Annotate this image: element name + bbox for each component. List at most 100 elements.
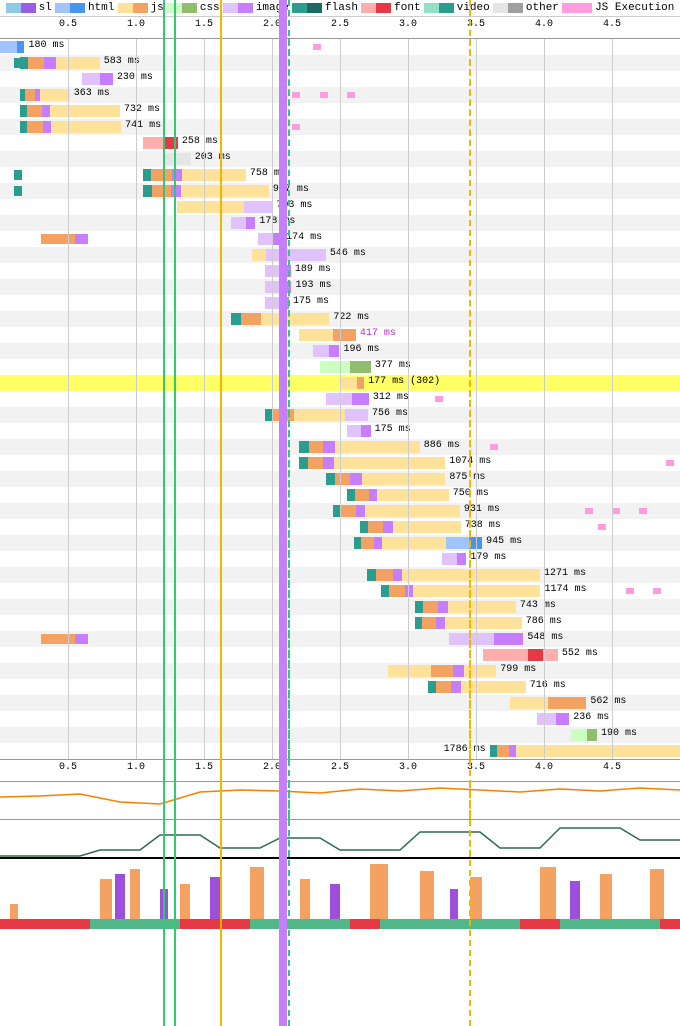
timing-bar: [20, 121, 121, 133]
timing-bar: [340, 377, 364, 389]
legend-label: font: [394, 2, 420, 14]
conn-marker: [14, 58, 22, 68]
table-row: 179 ms: [0, 551, 680, 567]
timing-bar: [231, 217, 255, 229]
bar-label: 179 ms: [470, 552, 506, 563]
table-row: 1174 ms: [0, 583, 680, 599]
bar-label: 196 ms: [343, 344, 379, 355]
legend-item-other: other: [493, 2, 559, 14]
table-row: 196 ms: [0, 343, 680, 359]
table-row: 175 ms: [0, 295, 680, 311]
table-row: 180 ms: [0, 39, 680, 55]
legend-label: css: [200, 2, 220, 14]
axis-tick: 4.0: [535, 762, 553, 773]
timing-bar: [381, 585, 541, 597]
timing-bar: [163, 153, 191, 165]
legend-label: other: [526, 2, 559, 14]
table-row: 750 ms: [0, 487, 680, 503]
bottom-axis: 0.51.01.52.02.53.03.54.04.5: [0, 759, 680, 781]
main-thread-sparkline: [0, 820, 680, 857]
legend-swatch: [361, 3, 391, 13]
legend-item-font: font: [361, 2, 420, 14]
bar-label: 203 ms: [195, 152, 231, 163]
bandwidth-sparkline: [0, 782, 680, 819]
legend-swatch: [223, 3, 253, 13]
table-row: 716 ms: [0, 679, 680, 695]
js-exec-marker: [490, 444, 498, 450]
bar-label: 175 ms: [293, 296, 329, 307]
table-row: 177 ms (302): [0, 375, 680, 391]
axis-tick: 1.5: [195, 19, 213, 30]
js-exec-marker: [585, 508, 593, 514]
timing-bar: [299, 329, 356, 341]
bar-label: 1174 ms: [544, 584, 586, 595]
timing-bar: [333, 505, 460, 517]
table-row: 562 ms: [0, 695, 680, 711]
bar-label: 741 ms: [125, 120, 161, 131]
timing-bar: [347, 425, 371, 437]
timing-bar: [143, 185, 269, 197]
js-exec-marker: [313, 44, 321, 50]
legend-swatch: [167, 3, 197, 13]
timing-bar: [313, 345, 340, 357]
js-exec-marker: [347, 92, 355, 98]
timing-bar: [143, 169, 246, 181]
table-row: 703 ms: [0, 199, 680, 215]
js-exec-marker: [639, 508, 647, 514]
bar-label: 546 ms: [330, 248, 366, 259]
bar-label: 180 ms: [28, 40, 64, 51]
axis-tick: 2.5: [331, 762, 349, 773]
legend-swatch: [424, 3, 454, 13]
timing-bar: [347, 489, 449, 501]
table-row: 178 ms: [0, 215, 680, 231]
bar-label: 945 ms: [486, 536, 522, 547]
timing-bar: [415, 601, 516, 613]
timing-bar: [388, 665, 497, 677]
js-exec-marker: [612, 508, 620, 514]
legend-item-sl: sl: [6, 2, 52, 14]
bar-label: 583 ms: [104, 56, 140, 67]
conn-marker: [75, 634, 89, 644]
bar-label: 177 ms (302): [368, 376, 440, 387]
timing-bar: [442, 553, 466, 565]
cpu-panel: [0, 857, 680, 927]
timing-bar: [299, 457, 445, 469]
table-row: 377 ms: [0, 359, 680, 375]
js-exec-marker: [626, 588, 634, 594]
table-row: 875 ms: [0, 471, 680, 487]
table-row: 1074 ms: [0, 455, 680, 471]
cpu-stacked: [0, 859, 680, 929]
bar-label: 732 ms: [124, 104, 160, 115]
js-exec-marker: [435, 396, 443, 402]
table-row: 743 ms: [0, 599, 680, 615]
table-row: 552 ms: [0, 647, 680, 663]
js-exec-marker: [666, 460, 674, 466]
bar-label: 236 ms: [573, 712, 609, 723]
bar-label: 189 ms: [295, 264, 331, 275]
axis-tick: 4.5: [603, 762, 621, 773]
legend-swatch: [55, 3, 85, 13]
bar-label: 875 ms: [449, 472, 485, 483]
table-row: 189 ms: [0, 263, 680, 279]
timing-bar: [326, 473, 445, 485]
bar-label: 799 ms: [500, 664, 536, 675]
bandwidth-panel: [0, 781, 680, 819]
table-row: 190 ms: [0, 727, 680, 743]
timing-bar: [326, 393, 368, 405]
js-exec-marker: [292, 124, 300, 130]
table-row: 312 ms: [0, 391, 680, 407]
legend-label: JS Execution: [595, 2, 674, 14]
bar-label: 756 ms: [372, 408, 408, 419]
table-row: 548 ms: [0, 631, 680, 647]
table-row: 1786 ms: [0, 743, 680, 759]
js-exec-marker: [653, 588, 661, 594]
table-row: 363 ms: [0, 87, 680, 103]
table-row: 236 ms: [0, 711, 680, 727]
timing-bar: [449, 633, 524, 645]
table-row: 546 ms: [0, 247, 680, 263]
legend-item-js: js: [118, 2, 164, 14]
js-exec-marker: [292, 92, 300, 98]
conn-marker: [14, 186, 22, 196]
axis-tick: 4.0: [535, 19, 553, 30]
table-row: 174 ms: [0, 231, 680, 247]
